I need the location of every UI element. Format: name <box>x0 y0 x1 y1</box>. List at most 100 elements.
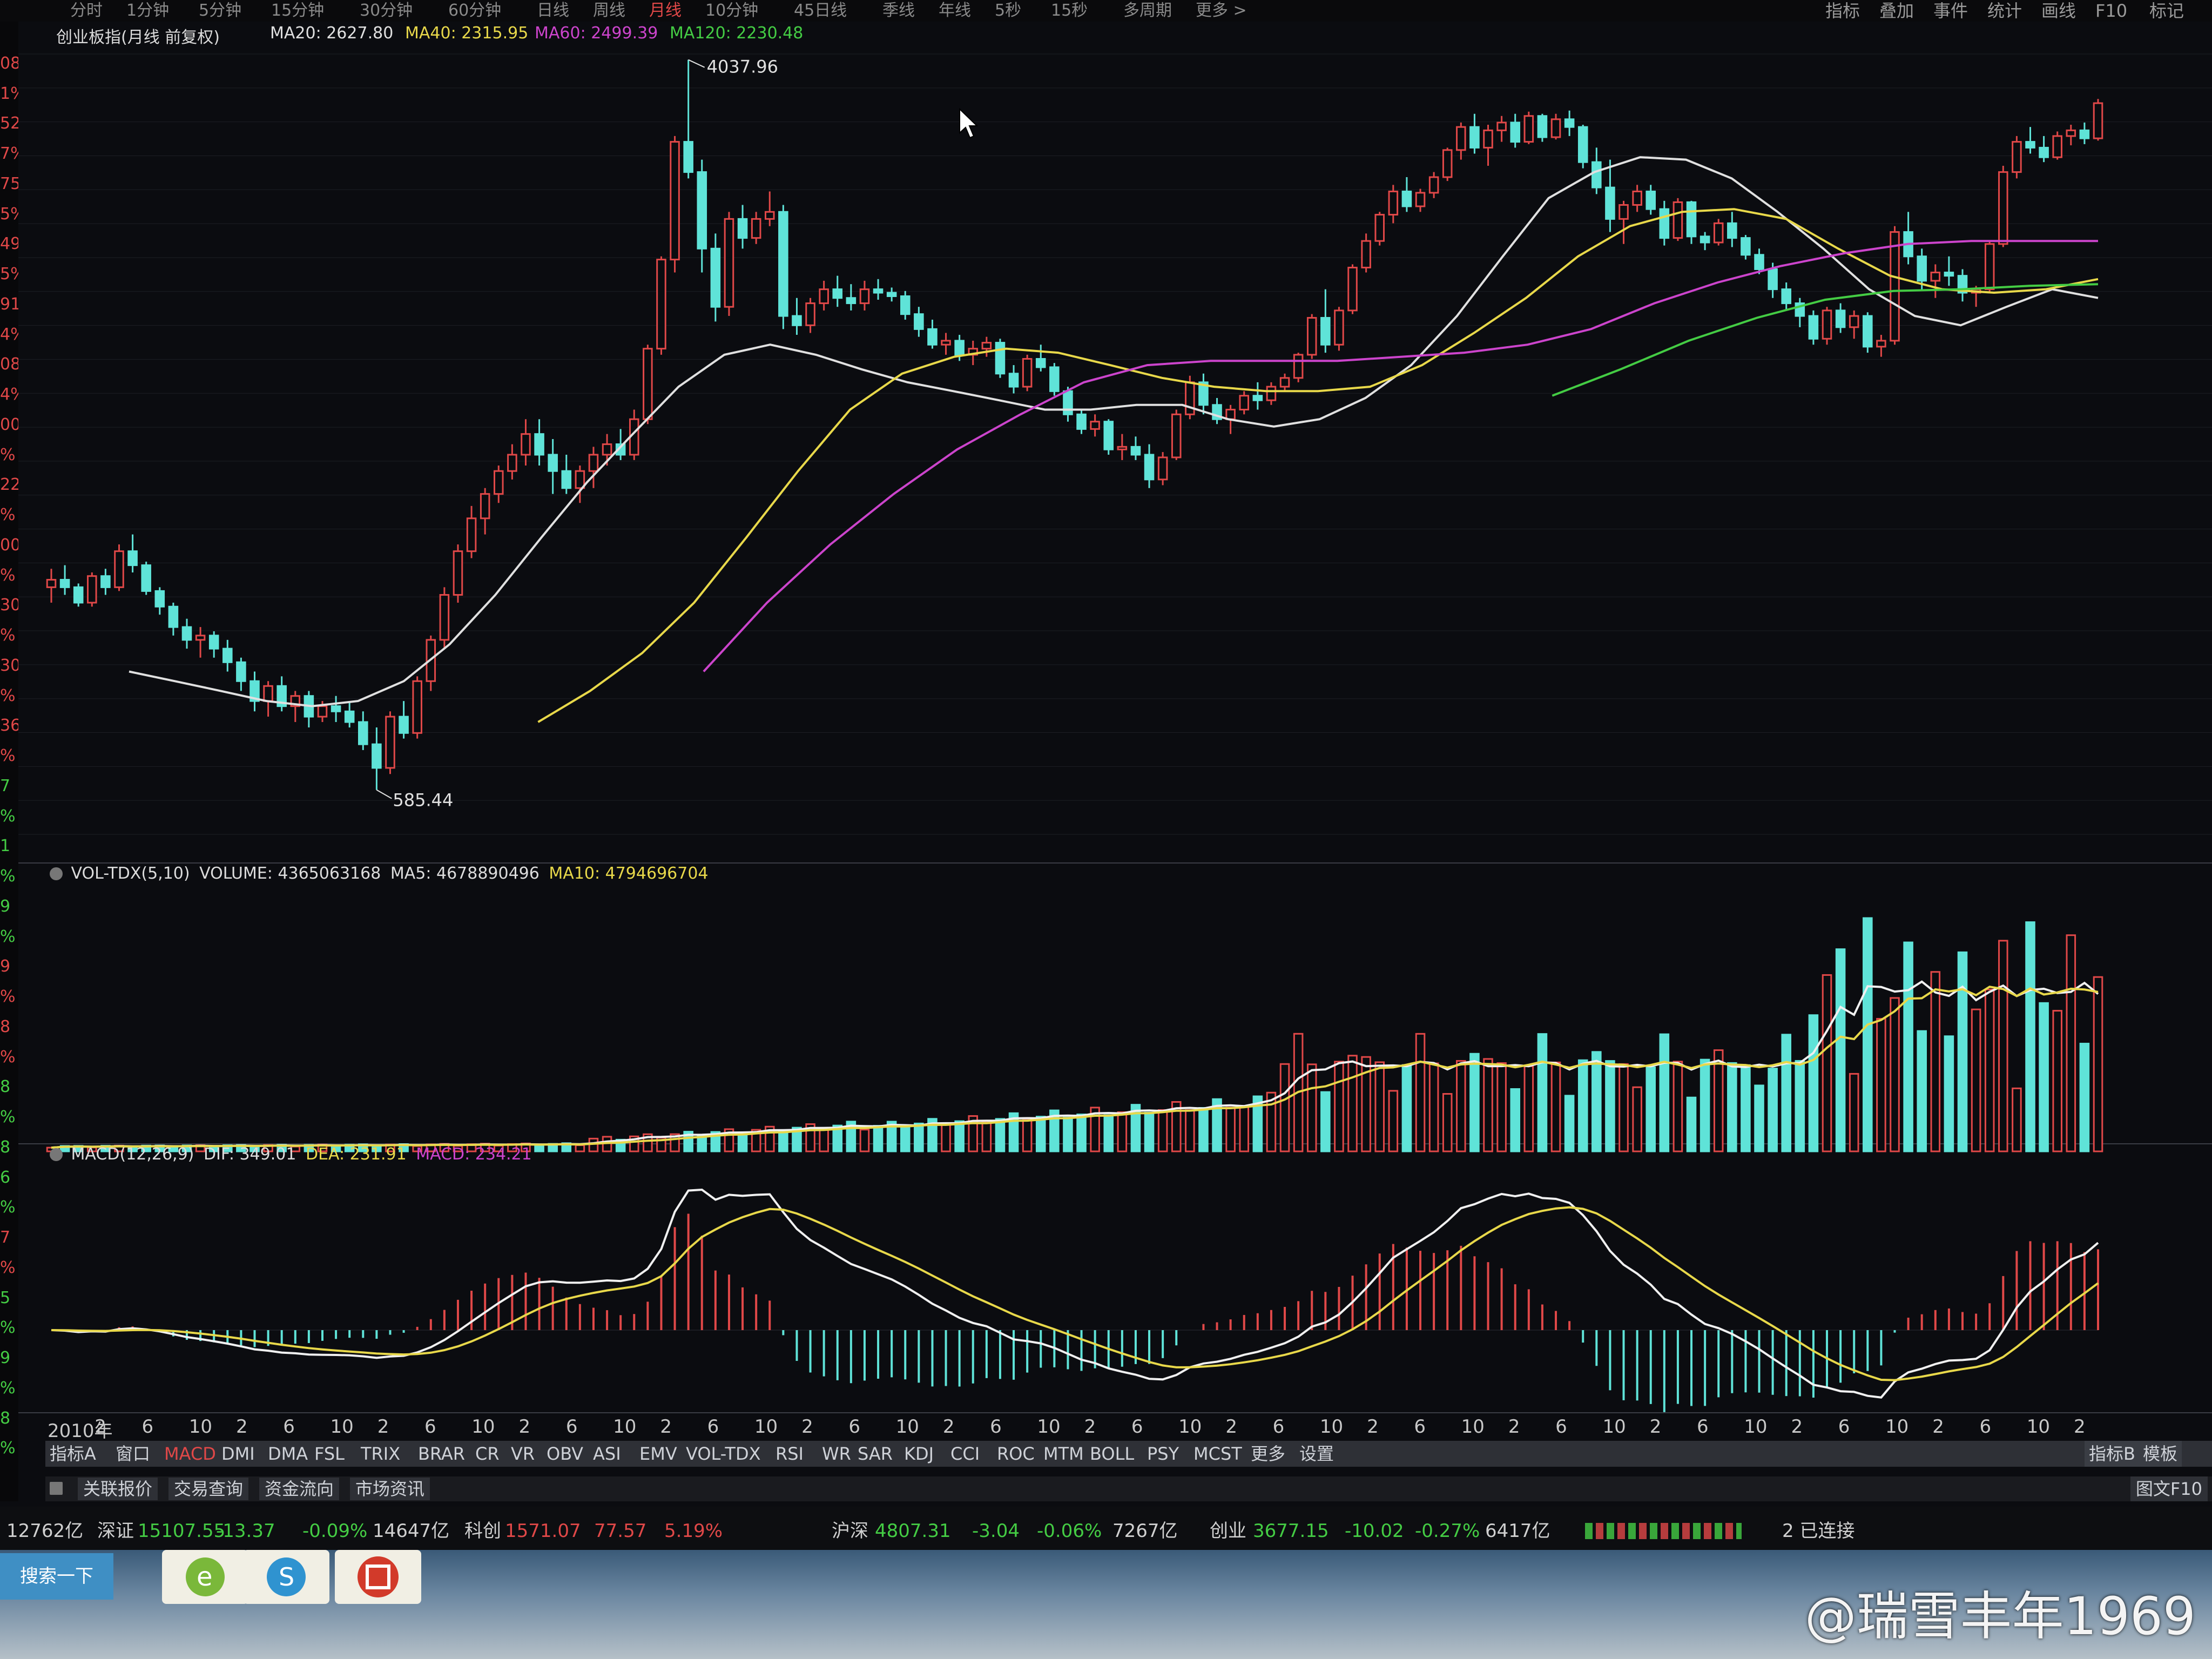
indicator-tab[interactable]: MACD <box>164 1441 216 1467</box>
candle-body <box>981 342 992 350</box>
indicator-tab[interactable]: OBV <box>547 1441 583 1467</box>
status-item: 5.19% <box>664 1520 723 1542</box>
bottom-tab[interactable]: 交易查询 <box>168 1478 249 1500</box>
volume-bar <box>2012 1087 2022 1152</box>
indicator-tab[interactable]: DMA <box>268 1441 308 1467</box>
time-axis-label: 10 <box>754 1416 778 1438</box>
candle-body <box>1863 315 1873 348</box>
status-item: 15107.55 <box>138 1520 226 1542</box>
collapse-icon[interactable] <box>50 867 63 880</box>
indicator-tab[interactable]: MCST <box>1193 1441 1242 1467</box>
indicator-tab[interactable]: 设置 <box>1299 1441 1334 1467</box>
indicator-tab[interactable]: WR <box>822 1441 851 1467</box>
status-item: 7267亿 <box>1112 1520 1178 1542</box>
volume-bar <box>1117 1111 1128 1152</box>
indicator-tab-right[interactable]: 模板 <box>2139 1441 2182 1467</box>
volume-ma10: MA10: 4794696704 <box>549 864 709 883</box>
candle-body <box>724 218 734 308</box>
status-item: 6417亿 <box>1485 1520 1550 1542</box>
candle-body <box>439 594 450 641</box>
indicator-tab[interactable]: BRAR <box>418 1441 465 1467</box>
candle-body <box>1185 381 1195 415</box>
menu-icon[interactable] <box>50 1482 63 1495</box>
volume-bar <box>1808 1014 1819 1152</box>
volume-bar <box>588 1137 599 1152</box>
taskbar-search-button[interactable]: 搜索一下 <box>0 1553 113 1600</box>
candle-body <box>588 454 599 472</box>
indicator-tab[interactable]: CR <box>475 1441 500 1467</box>
volume-bar <box>1673 1061 1683 1152</box>
volume-bar <box>1510 1088 1521 1152</box>
indicator-tab[interactable]: ROC <box>997 1441 1035 1467</box>
indicator-tab[interactable]: CCI <box>950 1441 980 1467</box>
volume-header: VOL-TDX(5,10) VOLUME: 4365063168 MA5: 46… <box>50 864 709 883</box>
bottom-tab[interactable]: 资金流向 <box>259 1478 340 1500</box>
collapse-icon[interactable] <box>50 1148 63 1161</box>
candle-body <box>1808 315 1819 340</box>
candle-body <box>995 342 1006 375</box>
volume-bar <box>1428 1062 1439 1152</box>
indicator-tab[interactable]: TRIX <box>361 1441 400 1467</box>
bottom-tab[interactable]: 关联报价 <box>78 1478 158 1500</box>
bottom-tab[interactable]: 市场资讯 <box>350 1478 430 1500</box>
indicator-tab[interactable]: 窗口 <box>116 1441 150 1467</box>
candle-body <box>1741 237 1751 256</box>
indicator-tab[interactable]: 更多 <box>1251 1441 1285 1467</box>
status-item: 4807.31 <box>875 1520 951 1542</box>
f10-button[interactable]: 图文F10 <box>2130 1476 2208 1501</box>
time-axis-label: 6 <box>1979 1416 1992 1438</box>
time-axis-label: 2 <box>801 1416 813 1438</box>
candle-body <box>493 470 504 495</box>
candle-body <box>1754 254 1764 270</box>
indicator-tab[interactable]: 指标A <box>50 1441 96 1467</box>
volume-bar <box>1876 1017 1886 1152</box>
time-axis-label: 2 <box>660 1416 672 1438</box>
candle-body <box>561 470 572 489</box>
time-axis-label: 10 <box>1602 1416 1626 1438</box>
candle-body <box>1998 171 2008 245</box>
candle-body <box>1117 446 1128 450</box>
indicator-tab-right[interactable]: 指标B <box>2085 1441 2140 1467</box>
indicator-tab[interactable]: RSI <box>775 1441 804 1467</box>
app-citic-icon[interactable] <box>335 1550 421 1604</box>
candle-body <box>886 292 897 297</box>
candle-body <box>2025 141 2035 149</box>
volume-bar <box>1550 1061 1561 1152</box>
indicator-tab[interactable]: PSY <box>1147 1441 1179 1467</box>
candle-body <box>1144 454 1155 481</box>
app-s-icon[interactable]: S <box>243 1550 329 1604</box>
indicator-tab[interactable]: EMV <box>639 1441 677 1467</box>
status-item: 14647亿 <box>373 1520 450 1542</box>
indicator-tab[interactable]: FSL <box>314 1441 345 1467</box>
time-axis-label: 10 <box>1461 1416 1485 1438</box>
candle-body <box>1483 129 1493 149</box>
indicator-tab[interactable]: DMI <box>221 1441 255 1467</box>
indicator-tab[interactable]: ASI <box>593 1441 621 1467</box>
candle-body <box>1686 201 1697 238</box>
time-axis-label: 2 <box>236 1416 248 1438</box>
volume-bar <box>1700 1058 1710 1152</box>
browser-icon[interactable]: e <box>162 1550 248 1604</box>
volume-bar <box>1863 917 1873 1152</box>
candle-body <box>859 288 870 305</box>
signal-strip <box>1585 1523 1742 1539</box>
volume-bar <box>1225 1107 1236 1152</box>
volume-bar <box>1483 1058 1493 1152</box>
candle-body <box>399 716 409 734</box>
high-label: 4037.96 <box>707 57 778 77</box>
volume-bar <box>941 1124 951 1152</box>
low-label: 585.44 <box>393 790 453 811</box>
indicator-tab[interactable]: BOLL <box>1090 1441 1134 1467</box>
indicator-tab[interactable]: VOL-TDX <box>686 1441 761 1467</box>
candle-body <box>764 211 775 220</box>
time-axis-label: 2 <box>1225 1416 1238 1438</box>
candle-body <box>805 302 815 326</box>
indicator-tab[interactable]: VR <box>511 1441 535 1467</box>
candlestick-chart[interactable]: 4037.96 585.44 <box>0 0 2212 1659</box>
candle-body <box>1103 421 1114 450</box>
indicator-tab[interactable]: KDJ <box>904 1441 934 1467</box>
indicator-tab[interactable]: MTM <box>1043 1441 1084 1467</box>
indicator-tab[interactable]: SAR <box>858 1441 893 1467</box>
status-item: -3.04 <box>972 1520 1020 1542</box>
time-axis-label: 10 <box>1037 1416 1061 1438</box>
